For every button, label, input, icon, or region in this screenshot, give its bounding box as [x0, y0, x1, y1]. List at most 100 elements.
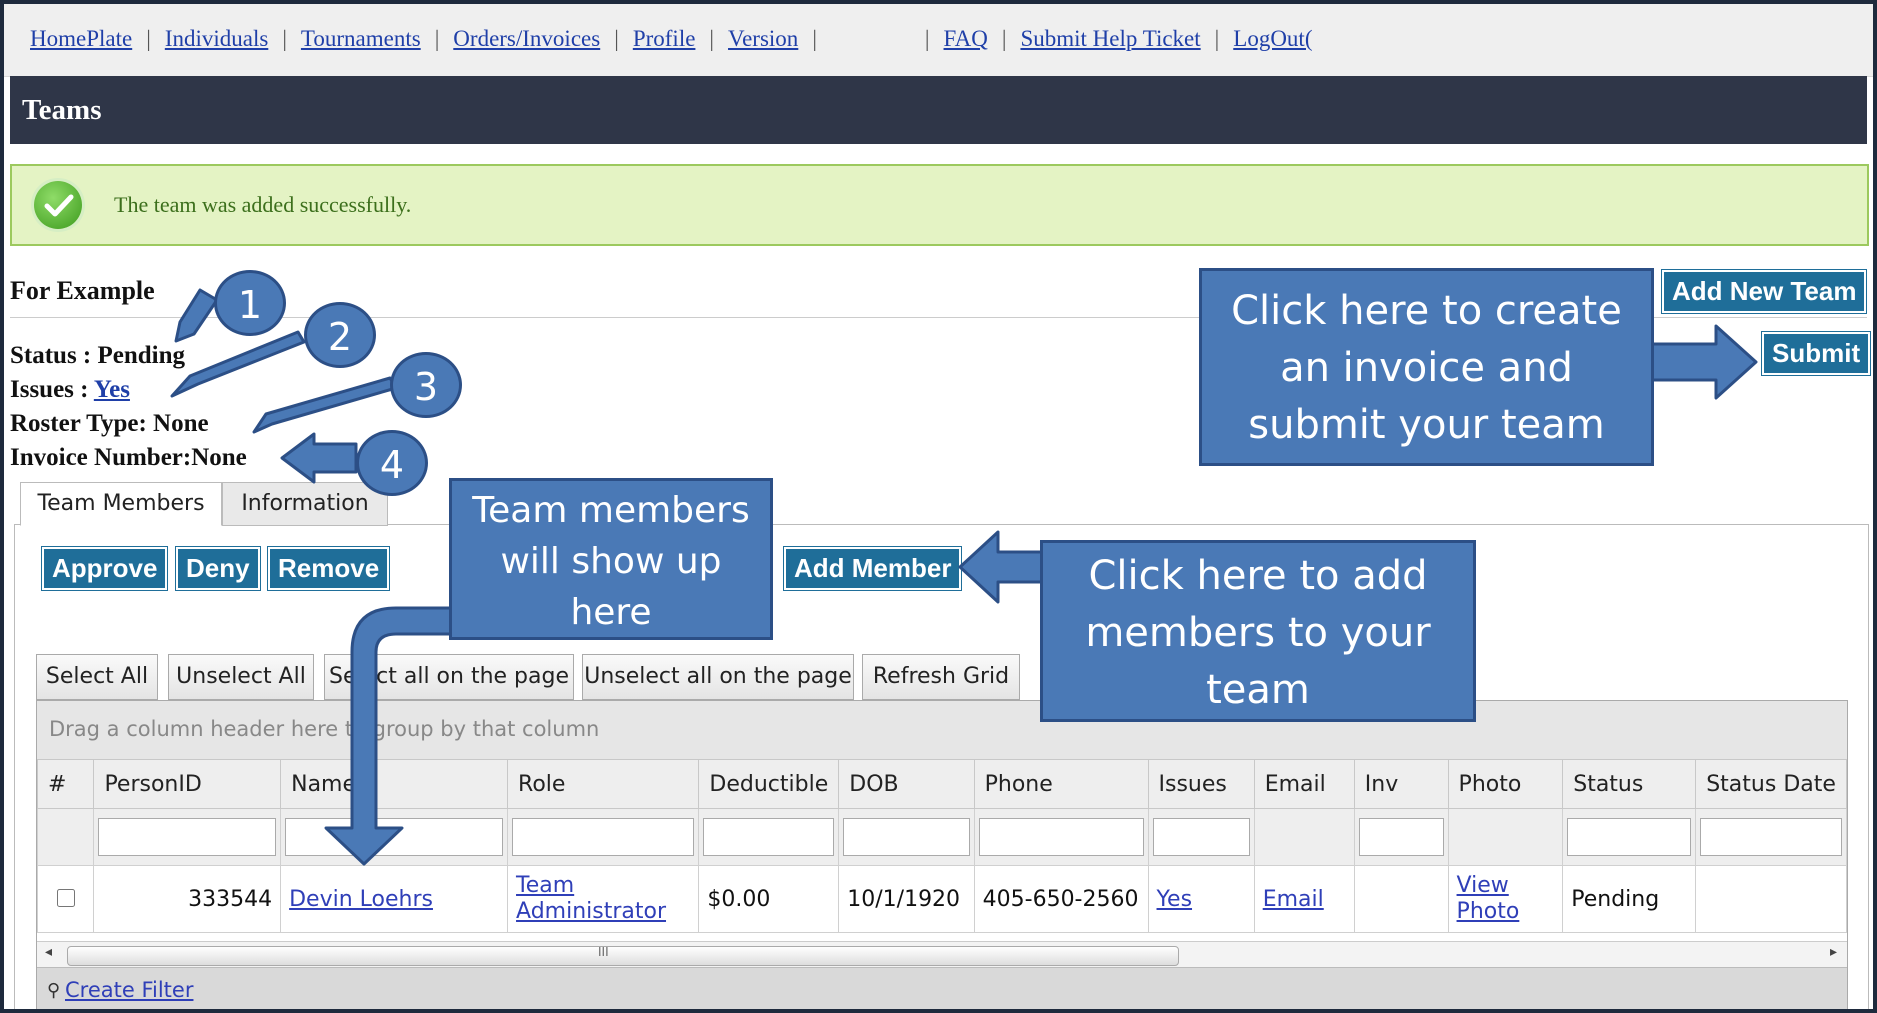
team-name: For Example [10, 276, 155, 305]
unselect-all-on-page-button[interactable]: Unselect all on the page [582, 654, 854, 700]
create-filter-link[interactable]: Create Filter [65, 978, 193, 1002]
col-header-role[interactable]: Role [507, 759, 700, 809]
col-header-inv[interactable]: Inv [1353, 759, 1449, 809]
team-status: Status : Pending [10, 342, 186, 369]
select-all-button[interactable]: Select All [36, 654, 158, 700]
nav-profile[interactable]: Profile [633, 26, 696, 51]
page-title-bar: Teams [10, 76, 1867, 144]
success-message: The team was added successfully. [114, 192, 412, 217]
role-line2: Administrator [516, 899, 667, 924]
col-header-photo[interactable]: Photo [1447, 759, 1564, 809]
remove-button[interactable]: Remove [266, 546, 391, 591]
add-member-button[interactable]: Add Member [782, 546, 963, 591]
submit-hint-callout: Click here to create an invoice and subm… [1199, 268, 1654, 466]
row-checkbox[interactable] [57, 888, 76, 907]
submit-hint-line2: an invoice and [1280, 345, 1573, 391]
scroll-right-arrow-icon[interactable]: ▸ [1830, 944, 1837, 960]
nav-orders-invoices[interactable]: Orders/Invoices [453, 26, 600, 51]
col-header-dob[interactable]: DOB [838, 759, 975, 809]
members-table: # PersonID Name Role Deductible DOB Phon… [37, 759, 1847, 933]
nav-faq[interactable]: FAQ [944, 26, 988, 51]
add-hint-line2: members to your [1085, 610, 1431, 656]
nav-version[interactable]: Version [728, 26, 798, 51]
filter-role-input[interactable] [512, 818, 695, 856]
filter-inv-input[interactable] [1358, 818, 1444, 856]
col-header-personid[interactable]: PersonID [93, 759, 282, 809]
role-line1: Team [516, 873, 575, 898]
horizontal-scrollbar[interactable]: ◂ III ▸ [37, 941, 1847, 968]
members-hint-line1: Team members [472, 490, 750, 531]
add-hint-line1: Click here to add [1088, 553, 1428, 599]
table-row: 333544 Devin Loehrs Team Administrator $0… [37, 865, 1847, 933]
scroll-grip: III [598, 945, 609, 959]
submit-arrow-icon [1650, 324, 1758, 400]
group-hint: Drag a column header here to group by th… [49, 717, 600, 741]
cell-personid: 333544 [93, 865, 282, 933]
cell-issues-link[interactable]: Yes [1157, 887, 1193, 912]
col-header-status[interactable]: Status [1562, 759, 1697, 809]
filter-status-date-input[interactable] [1700, 818, 1842, 856]
arrow-1-icon [174, 288, 219, 343]
unselect-all-button[interactable]: Unselect All [168, 654, 314, 700]
add-hint-line3: team [1206, 667, 1310, 713]
nav-submit-help-ticket[interactable]: Submit Help Ticket [1020, 26, 1200, 51]
filter-bar: ⚲ Create Filter [37, 967, 1847, 1009]
marker-2: 2 [304, 302, 376, 368]
photo-line2: Photo [1456, 899, 1520, 924]
col-header-phone[interactable]: Phone [973, 759, 1149, 809]
roster-type: Roster Type: None [10, 410, 209, 437]
arrow-3-icon [252, 376, 398, 434]
app-window: HomePlate | Individuals | Tournaments | Orders… [4, 4, 1873, 1009]
arrow-4-icon [280, 432, 358, 484]
cell-role-link[interactable]: Team Administrator [516, 873, 666, 924]
col-header-issues[interactable]: Issues [1147, 759, 1255, 809]
col-header-email[interactable]: Email [1253, 759, 1355, 809]
select-all-on-page-button[interactable]: Select all on the page [324, 654, 574, 700]
filter-phone-input[interactable] [978, 818, 1144, 856]
photo-line1: View [1456, 873, 1509, 898]
cell-email-link[interactable]: Email [1263, 887, 1324, 912]
check-icon [34, 181, 82, 229]
col-header-name[interactable]: Name [280, 759, 509, 809]
page-title: Teams [22, 94, 102, 126]
tab-team-members[interactable]: Team Members [20, 482, 222, 526]
filter-dob-input[interactable] [843, 818, 970, 856]
filter-personid-input[interactable] [98, 818, 277, 856]
deny-button[interactable]: Deny [175, 546, 261, 591]
invoice-number: Invoice Number:None [10, 444, 247, 471]
submit-button[interactable]: Submit [1760, 331, 1872, 376]
cell-status: Pending [1562, 865, 1697, 933]
team-issues: Issues : Yes [10, 376, 130, 404]
submit-hint-line3: submit your team [1248, 402, 1605, 448]
arrow-2-icon [170, 330, 306, 398]
refresh-grid-button[interactable]: Refresh Grid [862, 654, 1020, 700]
filter-issues-input[interactable] [1152, 818, 1250, 856]
cell-name-link[interactable]: Devin Loehrs [289, 887, 433, 912]
nav-tournaments[interactable]: Tournaments [301, 26, 421, 51]
members-hint-line2: will show up [500, 541, 722, 582]
nav-homeplate[interactable]: HomePlate [30, 26, 132, 51]
filter-deductible-input[interactable] [703, 818, 835, 856]
issues-link[interactable]: Yes [94, 376, 130, 403]
scroll-left-arrow-icon[interactable]: ◂ [45, 944, 52, 960]
filter-status-input[interactable] [1567, 818, 1692, 856]
col-header-number[interactable]: # [37, 759, 95, 809]
nav-individuals[interactable]: Individuals [165, 26, 269, 51]
members-hint-callout: Team members will show up here [449, 478, 773, 640]
members-grid: Drag a column header here to group by th… [36, 700, 1848, 1009]
members-hint-line3: here [570, 592, 652, 633]
group-by-bar[interactable]: Drag a column header here to group by th… [37, 701, 1847, 760]
marker-4: 4 [356, 430, 428, 496]
col-header-status-date[interactable]: Status Date [1695, 759, 1847, 809]
filter-row [37, 808, 1847, 866]
scroll-thumb[interactable]: III [67, 945, 1179, 966]
nav-logout[interactable]: LogOut( [1233, 26, 1312, 51]
cell-inv [1353, 865, 1449, 933]
add-new-team-button[interactable]: Add New Team [1660, 269, 1868, 314]
approve-button[interactable]: Approve [40, 546, 169, 591]
cell-photo-link[interactable]: View Photo [1457, 873, 1520, 924]
cell-status-date [1695, 865, 1847, 933]
tab-information[interactable]: Information [222, 482, 388, 526]
col-header-deductible[interactable]: Deductible [698, 759, 840, 809]
filter-name-input[interactable] [285, 818, 504, 856]
